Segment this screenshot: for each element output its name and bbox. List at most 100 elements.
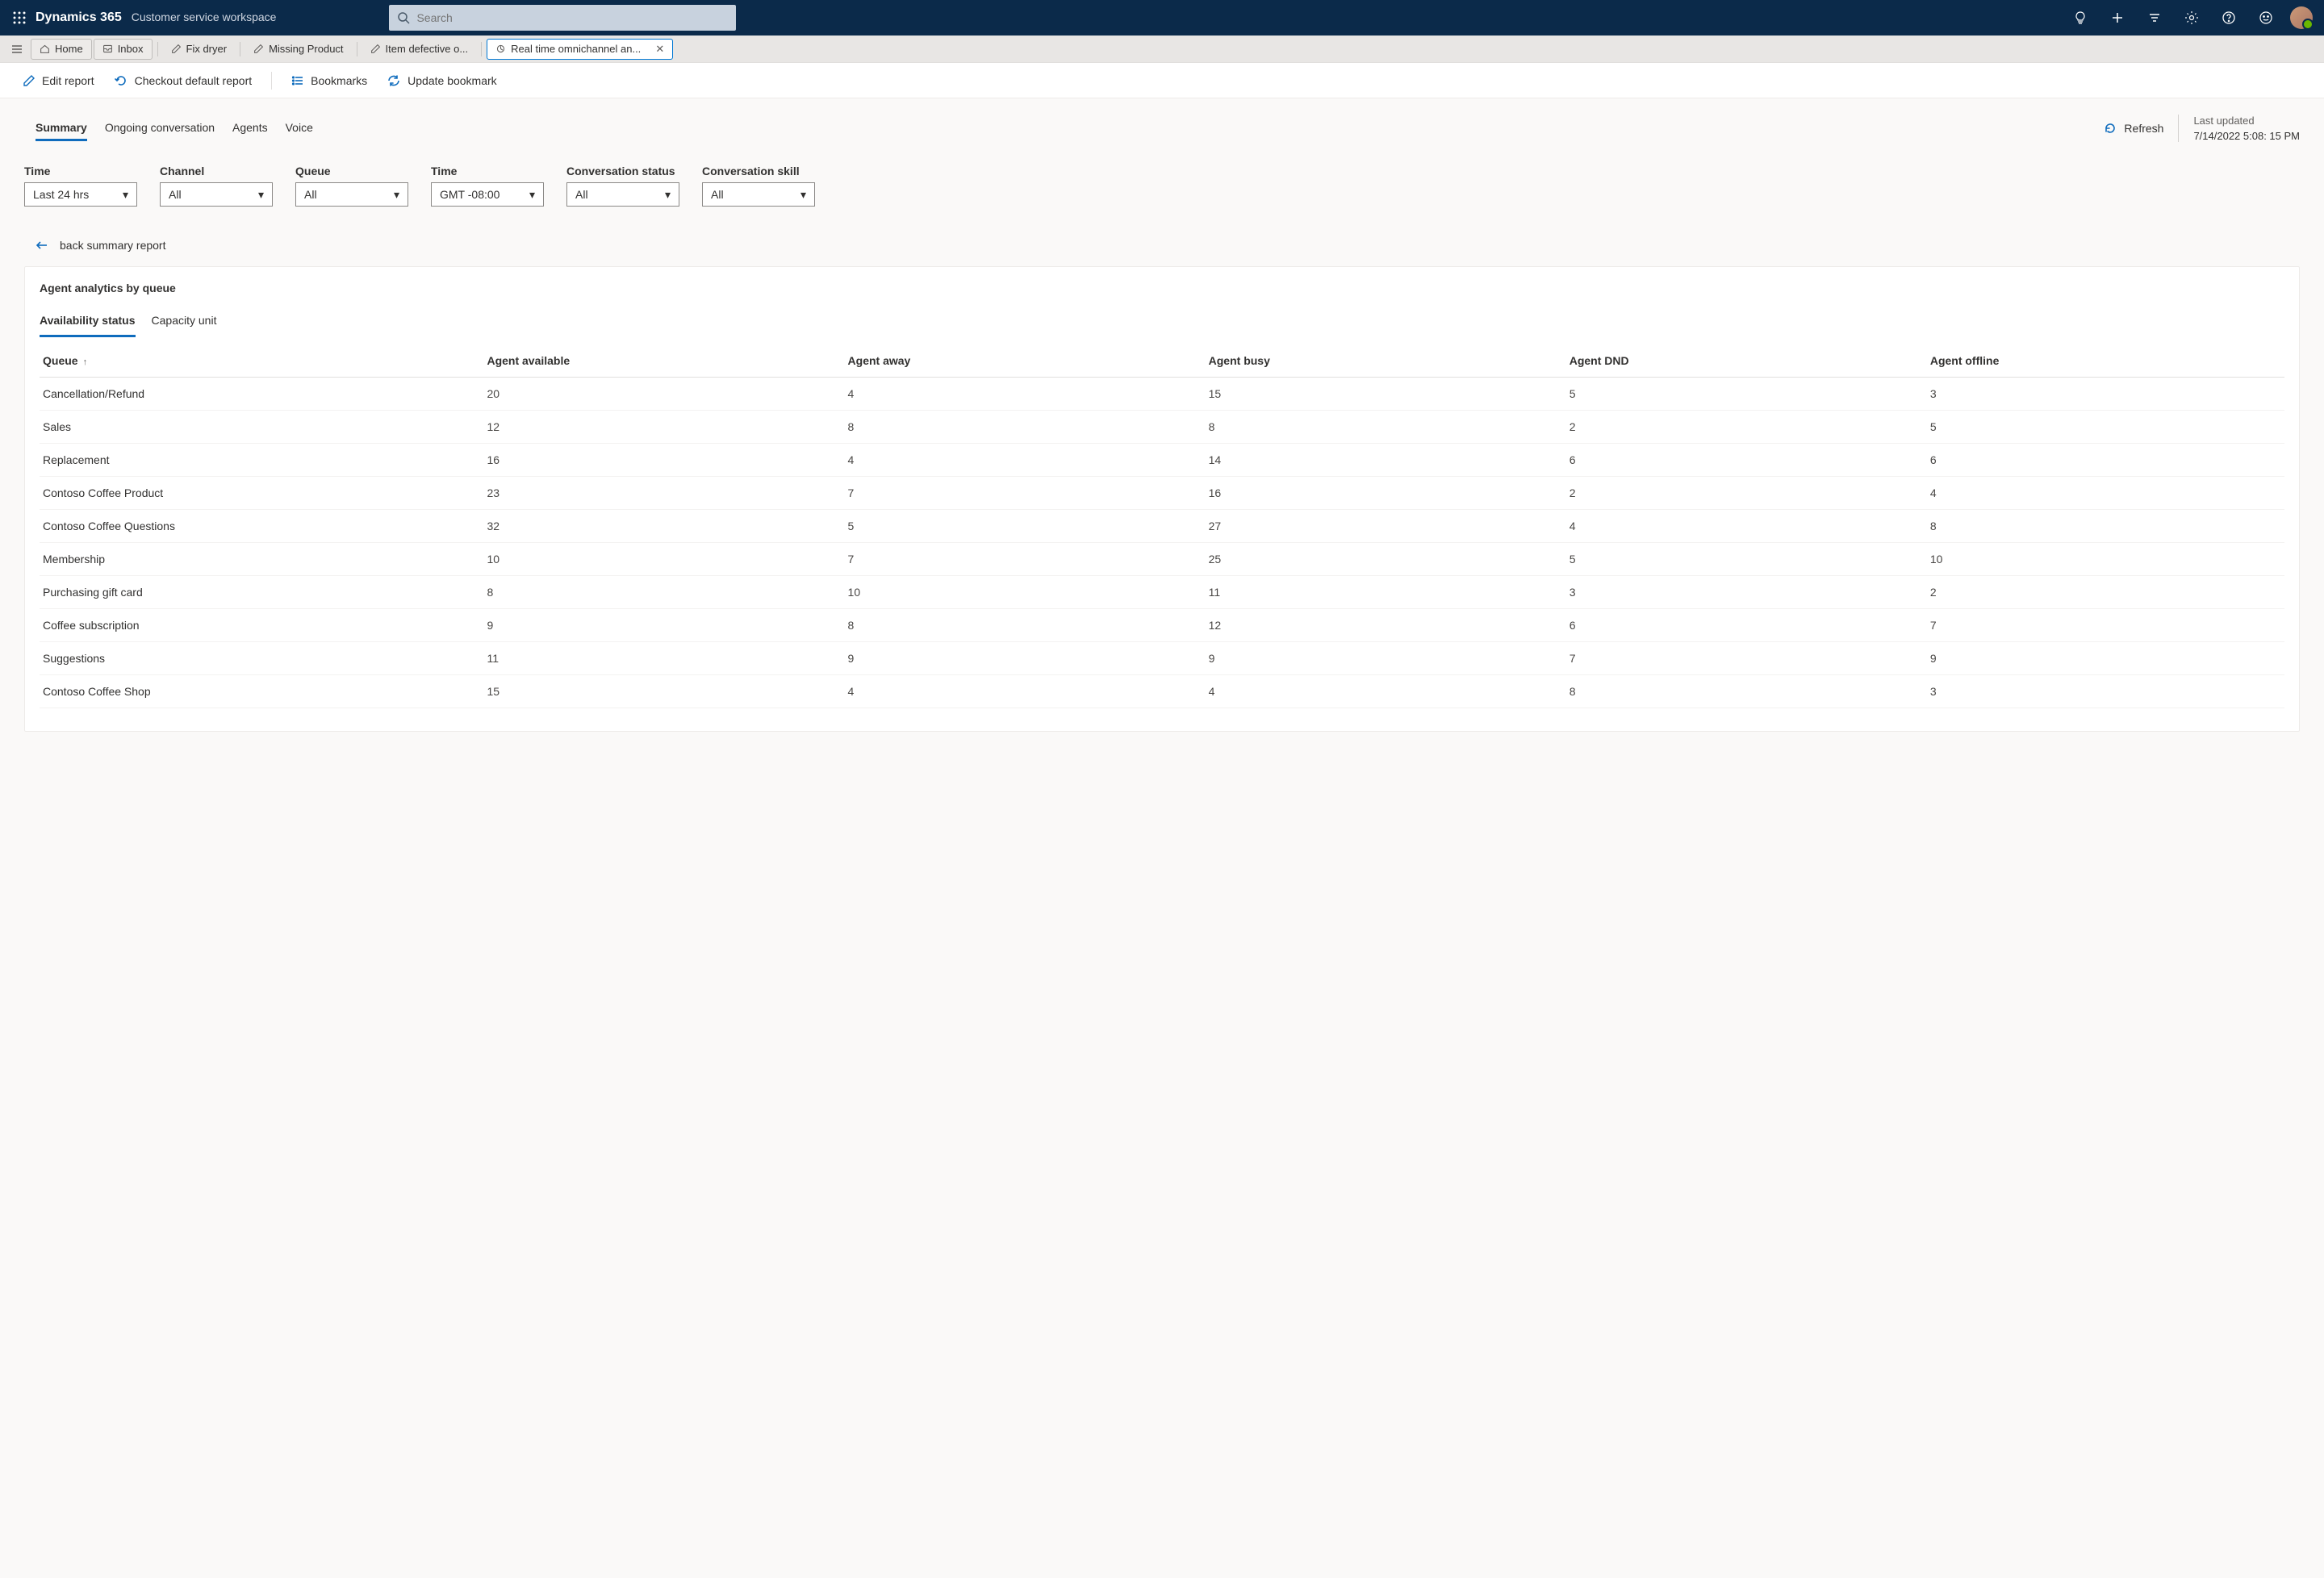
inner-tabs: Availability status Capacity unit — [40, 309, 2284, 338]
table-row[interactable]: Purchasing gift card8101132 — [40, 576, 2284, 609]
table-cell: Contoso Coffee Questions — [40, 510, 480, 543]
view-tab-agents[interactable]: Agents — [232, 116, 268, 141]
filter-timezone-dropdown[interactable]: GMT -08:00 ▾ — [431, 182, 544, 207]
filter-convo-skill: Conversation skill All ▾ — [702, 165, 815, 207]
table-cell: 5 — [1563, 378, 1924, 411]
table-row[interactable]: Suggestions119979 — [40, 642, 2284, 675]
gear-icon[interactable] — [2179, 5, 2205, 31]
filter-time-dropdown[interactable]: Last 24 hrs ▾ — [24, 182, 137, 207]
col-available[interactable]: Agent available — [480, 344, 841, 378]
filter-convo-status-dropdown[interactable]: All ▾ — [566, 182, 679, 207]
inner-tab-capacity[interactable]: Capacity unit — [152, 309, 217, 337]
table-row[interactable]: Sales128825 — [40, 411, 2284, 444]
dropdown-value: Last 24 hrs — [33, 188, 89, 201]
tab-fix-dryer[interactable]: Fix dryer — [163, 39, 236, 60]
view-tab-label: Ongoing conversation — [105, 121, 215, 134]
checkout-report-button[interactable]: Checkout default report — [114, 73, 253, 88]
table-row[interactable]: Contoso Coffee Shop154483 — [40, 675, 2284, 708]
table-cell: 5 — [1563, 543, 1924, 576]
app-header: Dynamics 365 Customer service workspace — [0, 0, 2324, 35]
col-dnd[interactable]: Agent DND — [1563, 344, 1924, 378]
table-cell: 27 — [1202, 510, 1563, 543]
arrow-left-icon — [36, 239, 48, 252]
view-tab-summary[interactable]: Summary — [36, 116, 87, 141]
table-row[interactable]: Membership10725510 — [40, 543, 2284, 576]
table-cell: 4 — [842, 444, 1202, 477]
chevron-down-icon: ▾ — [800, 188, 806, 202]
tab-home[interactable]: Home — [31, 39, 92, 60]
tab-item-defective[interactable]: Item defective o... — [362, 39, 477, 60]
hamburger-icon[interactable] — [5, 37, 29, 61]
table-row[interactable]: Cancellation/Refund2041553 — [40, 378, 2284, 411]
table-cell: 8 — [1202, 411, 1563, 444]
brand-subtitle: Customer service workspace — [132, 10, 277, 23]
pencil-icon — [253, 44, 264, 54]
tab-missing-product[interactable]: Missing Product — [245, 39, 351, 60]
header-actions — [2067, 5, 2313, 31]
col-offline[interactable]: Agent offline — [1924, 344, 2284, 378]
filter-convo-skill-dropdown[interactable]: All ▾ — [702, 182, 815, 207]
filter-queue-dropdown[interactable]: All ▾ — [295, 182, 408, 207]
table-cell: 20 — [480, 378, 841, 411]
table-cell: 8 — [1563, 675, 1924, 708]
filter-channel-dropdown[interactable]: All ▾ — [160, 182, 273, 207]
table-cell: 32 — [480, 510, 841, 543]
table-row[interactable]: Contoso Coffee Product2371624 — [40, 477, 2284, 510]
filter-row: Time Last 24 hrs ▾ Channel All ▾ Queue A… — [24, 165, 2300, 207]
emoji-icon[interactable] — [2253, 5, 2279, 31]
view-tab-label: Agents — [232, 121, 268, 134]
table-cell: 16 — [480, 444, 841, 477]
undo-icon — [114, 73, 128, 88]
app-launcher-icon[interactable] — [6, 5, 32, 31]
search-box[interactable] — [389, 5, 736, 31]
col-label: Agent busy — [1209, 354, 1270, 367]
table-row[interactable]: Coffee subscription981267 — [40, 609, 2284, 642]
table-cell: Sales — [40, 411, 480, 444]
table-body: Cancellation/Refund2041553Sales128825Rep… — [40, 378, 2284, 708]
view-tab-ongoing[interactable]: Ongoing conversation — [105, 116, 215, 141]
search-input[interactable] — [416, 11, 728, 24]
refresh-label: Refresh — [2124, 122, 2163, 135]
tab-label: Real time omnichannel an... — [511, 43, 641, 55]
table-cell: 7 — [1924, 609, 2284, 642]
table-cell: Cancellation/Refund — [40, 378, 480, 411]
last-updated: Last updated 7/14/2022 5:08: 15 PM — [2178, 115, 2300, 142]
back-summary-link[interactable]: back summary report — [36, 239, 2300, 252]
tab-inbox[interactable]: Inbox — [94, 39, 153, 60]
table-row[interactable]: Contoso Coffee Questions3252748 — [40, 510, 2284, 543]
avatar[interactable] — [2290, 6, 2313, 29]
filter-channel: Channel All ▾ — [160, 165, 273, 207]
table-cell: 4 — [1202, 675, 1563, 708]
tab-label: Fix dryer — [186, 43, 228, 55]
edit-report-button[interactable]: Edit report — [23, 74, 94, 87]
table-cell: 10 — [480, 543, 841, 576]
view-tab-label: Summary — [36, 121, 87, 134]
view-tab-voice[interactable]: Voice — [286, 116, 313, 141]
table-row[interactable]: Replacement1641466 — [40, 444, 2284, 477]
refresh-button[interactable]: Refresh — [2103, 121, 2163, 136]
dropdown-value: GMT -08:00 — [440, 188, 499, 201]
col-away[interactable]: Agent away — [842, 344, 1202, 378]
table-cell: 2 — [1563, 477, 1924, 510]
help-icon[interactable] — [2216, 5, 2242, 31]
filter-icon[interactable] — [2142, 5, 2167, 31]
col-busy[interactable]: Agent busy — [1202, 344, 1563, 378]
dropdown-value: All — [575, 188, 588, 201]
tab-realtime-omnichannel[interactable]: Real time omnichannel an... ✕ — [487, 39, 673, 60]
table-cell: 16 — [1202, 477, 1563, 510]
list-icon — [291, 74, 304, 87]
inner-tab-availability[interactable]: Availability status — [40, 309, 136, 337]
table-cell: 5 — [842, 510, 1202, 543]
lightbulb-icon[interactable] — [2067, 5, 2093, 31]
bookmarks-button[interactable]: Bookmarks — [291, 74, 367, 87]
table-cell: 7 — [842, 543, 1202, 576]
card-title: Agent analytics by queue — [40, 282, 2284, 294]
update-bookmark-button[interactable]: Update bookmark — [387, 73, 497, 88]
table-cell: Contoso Coffee Product — [40, 477, 480, 510]
close-icon[interactable]: ✕ — [655, 43, 664, 56]
table-cell: 9 — [842, 642, 1202, 675]
table-cell: 3 — [1924, 675, 2284, 708]
col-queue[interactable]: Queue↑ — [40, 344, 480, 378]
toolbar-label: Bookmarks — [311, 74, 367, 87]
plus-icon[interactable] — [2105, 5, 2130, 31]
